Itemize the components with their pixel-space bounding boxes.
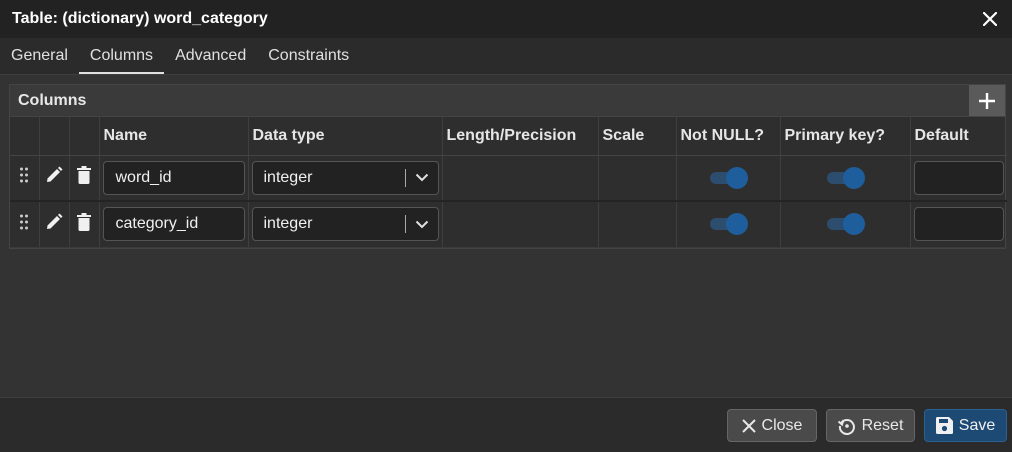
header-scale: Scale xyxy=(598,117,677,156)
column-name-input[interactable]: category_id xyxy=(102,207,245,242)
chevron-down-icon[interactable] xyxy=(406,220,438,229)
default-value-input[interactable] xyxy=(913,160,1004,195)
add-column-button[interactable] xyxy=(969,85,1005,116)
save-icon xyxy=(935,417,953,434)
columns-panel-title: Columns xyxy=(18,91,87,109)
header-drag xyxy=(10,117,40,156)
chevron-down-icon[interactable] xyxy=(406,173,438,182)
delete-icon[interactable] xyxy=(77,166,91,185)
dialog-titlebar: Table: (dictionary) word_category xyxy=(0,0,1012,38)
not-null-toggle[interactable] xyxy=(708,166,748,189)
not-null-toggle[interactable] xyxy=(708,213,748,236)
tab-columns[interactable]: Columns xyxy=(78,38,165,74)
scale-cell[interactable] xyxy=(598,155,677,202)
data-type-value: integer xyxy=(263,215,313,233)
close-icon xyxy=(741,418,756,433)
header-default: Default xyxy=(910,117,1007,156)
drag-handle-icon[interactable] xyxy=(20,214,29,230)
tab-bar: General Columns Advanced Constraints xyxy=(0,38,1012,75)
header-delete xyxy=(69,117,100,156)
drag-handle-icon[interactable] xyxy=(20,167,29,183)
reset-button[interactable]: Reset xyxy=(826,409,915,442)
primary-key-toggle[interactable] xyxy=(825,213,865,236)
delete-icon[interactable] xyxy=(77,212,91,231)
tab-constraints[interactable]: Constraints xyxy=(257,38,360,74)
table-header-row: Name Data type Length/Precision Scale No… xyxy=(10,117,1007,156)
header-primary-key: Primary key? xyxy=(780,117,911,156)
edit-icon[interactable] xyxy=(45,213,63,231)
header-edit xyxy=(39,117,70,156)
close-icon[interactable] xyxy=(980,9,1000,29)
data-type-select[interactable]: integer xyxy=(251,207,439,242)
header-not-null: Not NULL? xyxy=(676,117,781,156)
dialog-footer: Close Reset Save xyxy=(0,397,1012,452)
plus-icon xyxy=(979,92,995,109)
close-button[interactable]: Close xyxy=(727,409,817,442)
reset-button-label: Reset xyxy=(861,416,904,434)
length-precision-cell[interactable] xyxy=(442,201,599,248)
header-length-precision: Length/Precision xyxy=(442,117,599,156)
dialog-title: Table: (dictionary) word_category xyxy=(12,10,268,27)
scale-cell[interactable] xyxy=(598,201,677,248)
table-row: category_id integer xyxy=(10,201,1007,248)
length-precision-cell[interactable] xyxy=(442,155,599,202)
reset-icon xyxy=(837,418,855,435)
header-name: Name xyxy=(99,117,249,156)
columns-table: Name Data type Length/Precision Scale No… xyxy=(10,117,1007,248)
default-value-input[interactable] xyxy=(913,207,1004,242)
tab-general[interactable]: General xyxy=(0,38,79,74)
save-button-label: Save xyxy=(958,416,996,434)
tab-advanced[interactable]: Advanced xyxy=(164,38,257,74)
columns-panel: Columns Name Data type Length/Precision xyxy=(9,84,1007,249)
column-name-input[interactable]: word_id xyxy=(102,160,245,195)
data-type-select[interactable]: integer xyxy=(251,160,439,195)
table-row: word_id integer xyxy=(10,155,1007,202)
edit-icon[interactable] xyxy=(45,166,63,184)
save-button[interactable]: Save xyxy=(924,409,1007,442)
data-type-value: integer xyxy=(263,168,313,186)
tab-content: Columns Name Data type Length/Precision xyxy=(0,75,1012,397)
close-button-label: Close xyxy=(761,416,803,434)
primary-key-toggle[interactable] xyxy=(825,166,865,189)
columns-panel-header: Columns xyxy=(10,85,1005,117)
header-data-type: Data type xyxy=(248,117,443,156)
